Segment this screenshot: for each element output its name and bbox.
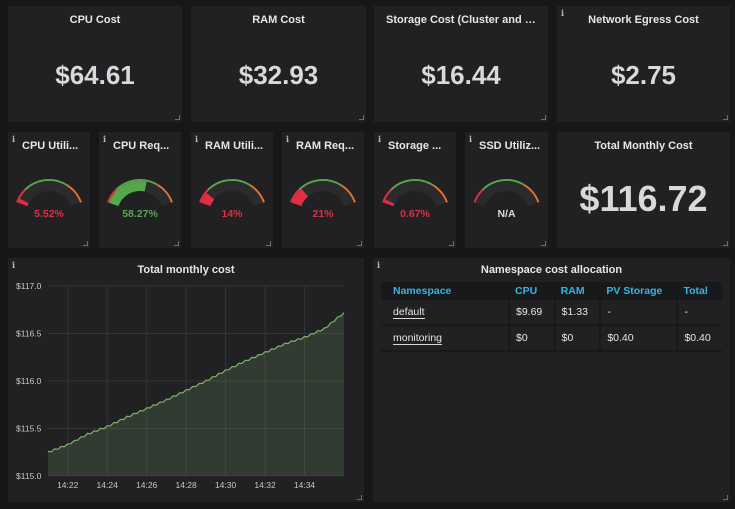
table-row: default $9.69 $1.33 - -	[381, 300, 722, 326]
ram-cell: $0	[554, 325, 602, 352]
x-tick-label: 14:32	[254, 480, 276, 490]
total-monthly-cost-value: $116.72	[579, 178, 708, 219]
gauge-track	[200, 181, 264, 207]
x-tick-label: 14:26	[136, 480, 158, 490]
gauge-value-arc	[291, 188, 309, 207]
gauge-value: 14%	[221, 208, 243, 220]
panel-title[interactable]: SSD Utiliz...	[465, 140, 548, 152]
x-tick-label: 14:24	[97, 480, 119, 490]
column-header-namespace[interactable]: Namespace	[381, 282, 509, 300]
ram-cost-value: $32.93	[238, 60, 319, 90]
resize-handle[interactable]	[83, 241, 88, 246]
y-tick-label: $116.5	[16, 329, 42, 339]
series-area	[48, 312, 344, 476]
total-cell: $0.40	[677, 325, 722, 352]
y-tick-label: $116.0	[16, 376, 42, 386]
total-monthly-cost-graph-panel: i Total monthly cost $117.0 $116.5 $116.0 $…	[8, 258, 364, 502]
cpu-cost-value: $64.61	[55, 60, 135, 90]
resize-handle[interactable]	[175, 115, 180, 120]
namespace-link[interactable]: monitoring	[381, 325, 510, 352]
cpu-cell: $9.69	[509, 300, 556, 326]
storage-cost-panel: Storage Cost (Cluster and PV... $16.44	[374, 6, 548, 122]
namespace-name[interactable]: default	[393, 306, 425, 319]
namespace-name[interactable]: monitoring	[393, 332, 443, 345]
cost-line-chart[interactable]: $117.0 $116.5 $116.0 $115.5 $115.0 14:22 14:24…	[8, 258, 364, 502]
namespace-cost-table: Namespace CPU RAM PV Storage Total defau…	[381, 282, 722, 352]
x-tick-label: 14:22	[57, 480, 79, 490]
gauge-value: 58.27%	[122, 208, 158, 220]
gauge-dial	[16, 179, 82, 207]
storage-utilization-gauge-panel: i Storage ... 0.67%	[374, 132, 456, 248]
gauge-dial	[290, 179, 356, 207]
resize-handle[interactable]	[357, 241, 362, 246]
namespace-cost-table-panel: i Namespace cost allocation Namespace CP…	[373, 258, 730, 502]
resize-handle[interactable]	[357, 495, 362, 500]
egress-cost-panel: i Network Egress Cost $2.75	[557, 6, 730, 122]
gauge-value: 21%	[312, 208, 334, 220]
resize-handle[interactable]	[174, 241, 179, 246]
panel-title[interactable]: Total Monthly Cost	[557, 140, 730, 152]
gauge-dial	[107, 179, 173, 207]
gauge-value: 5.52%	[34, 208, 64, 220]
y-tick-label: $115.0	[16, 471, 42, 481]
gauge-dial	[473, 179, 540, 207]
cpu-cost-panel: CPU Cost $64.61	[8, 6, 182, 122]
column-header-ram[interactable]: RAM	[554, 282, 601, 300]
ram-utilization-gauge-panel: i RAM Utili... 14%	[191, 132, 273, 248]
storage-cost-value: $16.44	[421, 60, 501, 90]
panel-title[interactable]: RAM Cost	[191, 14, 366, 26]
pv-storage-cell: $0.40	[600, 325, 679, 352]
panel-title[interactable]: Storage Cost (Cluster and PV...	[374, 14, 548, 26]
resize-handle[interactable]	[266, 241, 271, 246]
gauge-value-arc	[200, 192, 215, 207]
panel-title[interactable]: CPU Req...	[99, 140, 181, 152]
x-tick-label: 14:34	[294, 480, 316, 490]
resize-handle[interactable]	[359, 115, 364, 120]
gauge-track	[475, 181, 538, 207]
column-header-total[interactable]: Total	[677, 282, 722, 300]
panel-title[interactable]: Storage ...	[374, 140, 456, 152]
cpu-utilization-gauge-panel: i CPU Utili... 5.52%	[8, 132, 90, 248]
gauge-dial	[382, 179, 448, 207]
gauge-value-arc	[383, 199, 395, 207]
table-header-row: Namespace CPU RAM PV Storage Total	[381, 282, 722, 300]
gauge-value: 0.67%	[400, 208, 430, 220]
resize-handle[interactable]	[541, 115, 546, 120]
column-header-cpu[interactable]: CPU	[509, 282, 555, 300]
gauge-value: N/A	[497, 208, 516, 220]
cpu-requests-gauge-panel: i CPU Req... 58.27%	[99, 132, 181, 248]
panel-title[interactable]: Network Egress Cost	[557, 14, 730, 26]
panel-title[interactable]: Namespace cost allocation	[373, 264, 730, 276]
resize-handle[interactable]	[449, 241, 454, 246]
y-tick-label: $115.5	[16, 424, 42, 434]
ram-cost-panel: RAM Cost $32.93	[191, 6, 366, 122]
egress-cost-value: $2.75	[610, 60, 677, 90]
ssd-utilization-gauge-panel: i SSD Utiliz... N/A	[465, 132, 548, 248]
ram-cell: $1.33	[554, 300, 602, 326]
panel-title[interactable]: CPU Utili...	[8, 140, 90, 152]
total-cell: -	[677, 300, 722, 326]
table-row: monitoring $0 $0 $0.40 $0.40	[381, 325, 722, 352]
x-tick-label: 14:30	[215, 480, 237, 490]
gauge-track	[383, 181, 447, 207]
resize-handle[interactable]	[723, 241, 728, 246]
resize-handle[interactable]	[541, 241, 546, 246]
x-tick-label: 14:28	[175, 480, 197, 490]
cpu-cell: $0	[509, 325, 556, 352]
gauge-value-arc	[17, 198, 29, 207]
gauge-dial	[199, 179, 265, 207]
panel-title[interactable]: CPU Cost	[8, 14, 182, 26]
gauge-track	[17, 181, 81, 207]
resize-handle[interactable]	[723, 115, 728, 120]
column-header-pv-storage[interactable]: PV Storage	[600, 282, 678, 300]
panel-title[interactable]: RAM Utili...	[191, 140, 273, 152]
resize-handle[interactable]	[723, 495, 728, 500]
panel-title[interactable]: RAM Req...	[282, 140, 364, 152]
total-monthly-cost-panel: Total Monthly Cost $116.72	[557, 132, 730, 248]
ram-requests-gauge-panel: i RAM Req... 21%	[282, 132, 364, 248]
namespace-link[interactable]: default	[381, 300, 510, 326]
y-tick-label: $117.0	[16, 281, 42, 291]
pv-storage-cell: -	[600, 300, 679, 326]
